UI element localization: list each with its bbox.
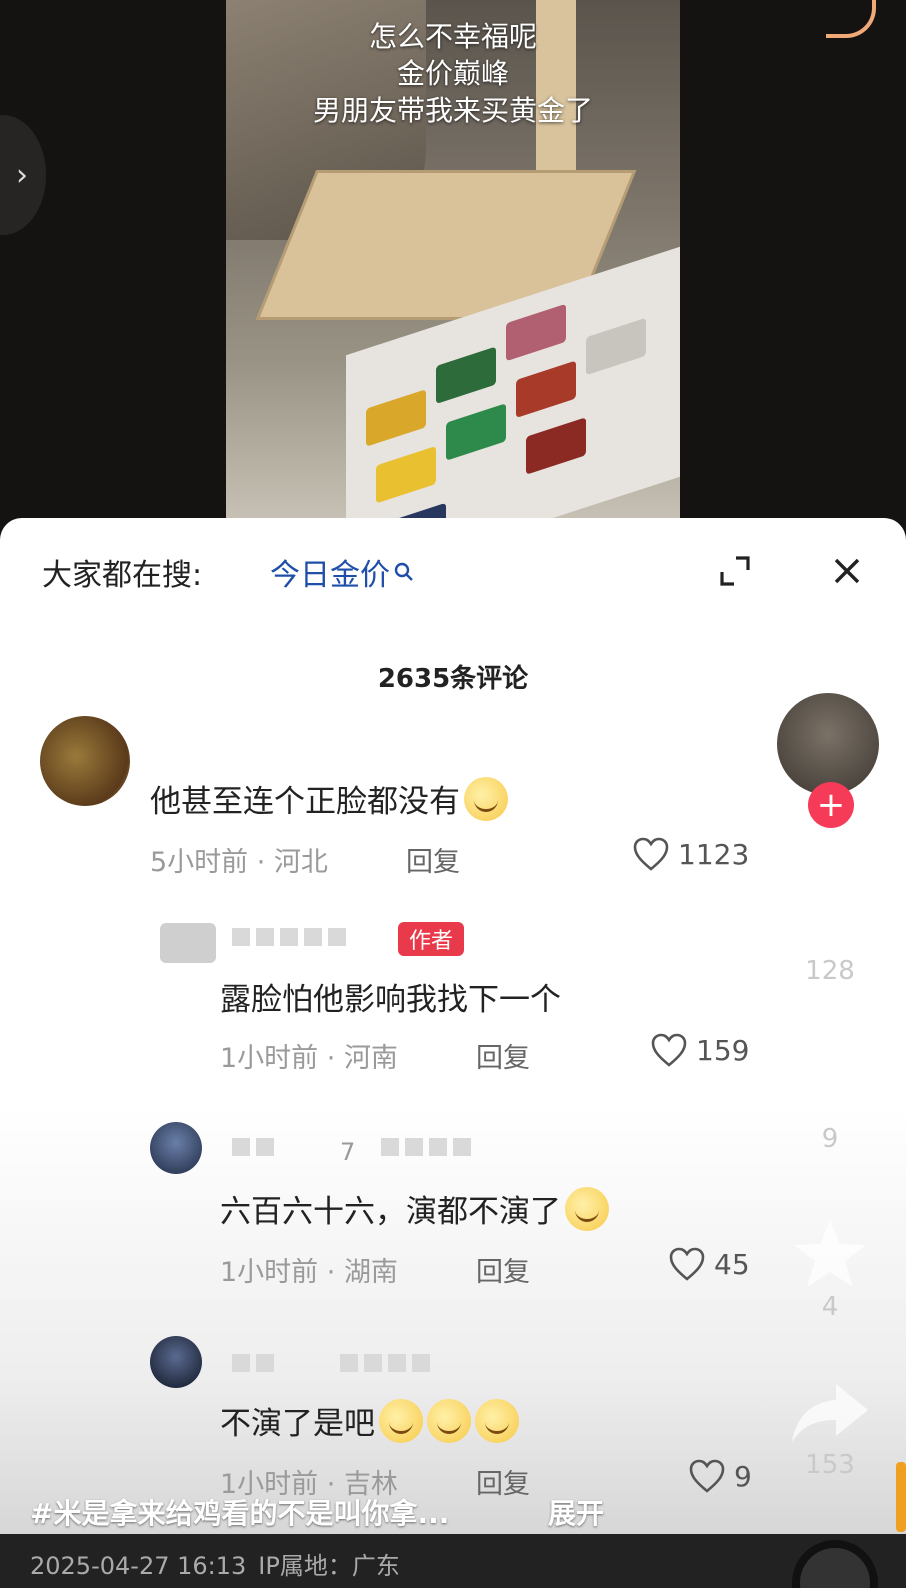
heart-icon	[669, 1247, 705, 1281]
comments-panel: 大家都在搜: 今日金价 2635条评论 他甚至连个正脸都没有 5小时前 · 河北…	[0, 518, 906, 1588]
comment-time: 5小时前	[150, 847, 249, 878]
expand-icon[interactable]	[718, 554, 752, 588]
comment-time: 1小时前	[220, 1257, 319, 1288]
bead-section	[436, 346, 496, 404]
nickname-fragment: 7	[340, 1138, 356, 1166]
bead-section	[586, 317, 646, 376]
favorite-total: 4	[821, 1292, 839, 1322]
comment-meta: 1小时前 · 湖南	[220, 1257, 398, 1288]
video-caption: 怎么不幸福呢 金价巅峰 男朋友带我来买黄金了	[226, 18, 680, 129]
video-description[interactable]: #米是拿来给鸡看的不是叫你拿...	[30, 1492, 449, 1532]
heart-icon[interactable]	[790, 870, 870, 946]
caption-line: 男朋友带我来买黄金了	[312, 94, 593, 127]
search-term-text: 今日金价	[270, 558, 390, 593]
like-count: 159	[696, 1033, 750, 1067]
share-total: 153	[805, 1450, 855, 1480]
emoji-icon	[475, 1398, 519, 1443]
bead-section	[516, 360, 576, 418]
post-info-bar: 2025-04-27 16:13 IP属地：广东	[0, 1534, 906, 1588]
comment-text: 六百六十六，演都不演了	[220, 1186, 609, 1231]
comment-text-content: 不演了是吧	[220, 1406, 375, 1442]
avatar[interactable]	[150, 1336, 202, 1388]
caption-line: 金价巅峰	[396, 57, 509, 90]
reply-button[interactable]: 回复	[476, 1462, 530, 1501]
scroll-indicator	[896, 1462, 906, 1532]
like-button[interactable]: 9	[688, 1458, 752, 1494]
comment-count-title: 2635条评论	[377, 664, 529, 694]
comment-text-content: 六百六十六，演都不演了	[220, 1194, 561, 1230]
comment-time: 1小时前	[220, 1043, 319, 1074]
bead-section	[506, 303, 566, 362]
like-count: 9	[734, 1459, 752, 1493]
bead-section	[376, 445, 436, 504]
ip-location: IP属地：广东	[258, 1552, 400, 1580]
search-hint-label: 大家都在搜:	[42, 558, 203, 593]
reply-button[interactable]: 回复	[476, 1250, 530, 1289]
reply-button[interactable]: 回复	[476, 1036, 530, 1075]
nickname-obscured: 7	[232, 1138, 472, 1166]
comment-text: 露脸怕他影响我找下一个	[220, 982, 561, 1018]
comment-text-content: 他甚至连个正脸都没有	[150, 784, 460, 820]
avatar[interactable]	[150, 1122, 202, 1174]
avatar[interactable]	[160, 923, 216, 963]
avatar[interactable]	[40, 716, 130, 806]
emoji-icon	[464, 776, 508, 821]
like-total: 128	[805, 956, 855, 986]
expand-description-button[interactable]: 展开	[548, 1492, 604, 1532]
comment-location: 河南	[343, 1043, 398, 1074]
comment-total: 9	[821, 1124, 839, 1154]
search-suggestion-link[interactable]: 今日金价	[270, 550, 414, 594]
nickname-obscured	[232, 1354, 430, 1376]
comment-text: 他甚至连个正脸都没有	[150, 776, 508, 821]
search-icon	[394, 562, 413, 581]
heart-icon	[651, 1033, 687, 1067]
bead-section	[366, 389, 426, 447]
comment-text: 不演了是吧	[220, 1398, 519, 1443]
like-count: 45	[714, 1247, 750, 1281]
like-button[interactable]: 1123	[632, 836, 749, 872]
bead-section	[446, 403, 506, 461]
like-button[interactable]: 159	[650, 1032, 749, 1068]
author-badge: 作者	[398, 922, 464, 956]
heart-icon	[689, 1459, 725, 1493]
comment-location: 湖南	[343, 1257, 398, 1288]
bead-section	[526, 417, 586, 475]
follow-button[interactable]: +	[808, 782, 854, 828]
star-icon[interactable]	[792, 1218, 868, 1290]
nickname-obscured	[232, 928, 346, 950]
like-button[interactable]: 45	[668, 1246, 750, 1282]
post-date: 2025-04-27 16:13	[30, 1552, 247, 1580]
comment-location: 河北	[273, 847, 328, 878]
emoji-icon	[565, 1186, 609, 1231]
post-info-text: 2025-04-27 16:13 IP属地：广东	[30, 1546, 400, 1581]
share-icon[interactable]	[790, 1380, 870, 1446]
emoji-icon	[427, 1398, 471, 1443]
like-count: 1123	[678, 837, 750, 871]
comment-meta: 5小时前 · 河北	[150, 847, 328, 878]
caption-line: 怎么不幸福呢	[368, 20, 537, 53]
comment-meta: 1小时前 · 河南	[220, 1043, 398, 1074]
reply-button[interactable]: 回复	[406, 840, 460, 879]
emoji-icon	[379, 1398, 423, 1443]
close-icon[interactable]	[830, 554, 864, 588]
heart-icon	[633, 837, 669, 871]
comment-icon[interactable]	[790, 1040, 870, 1116]
